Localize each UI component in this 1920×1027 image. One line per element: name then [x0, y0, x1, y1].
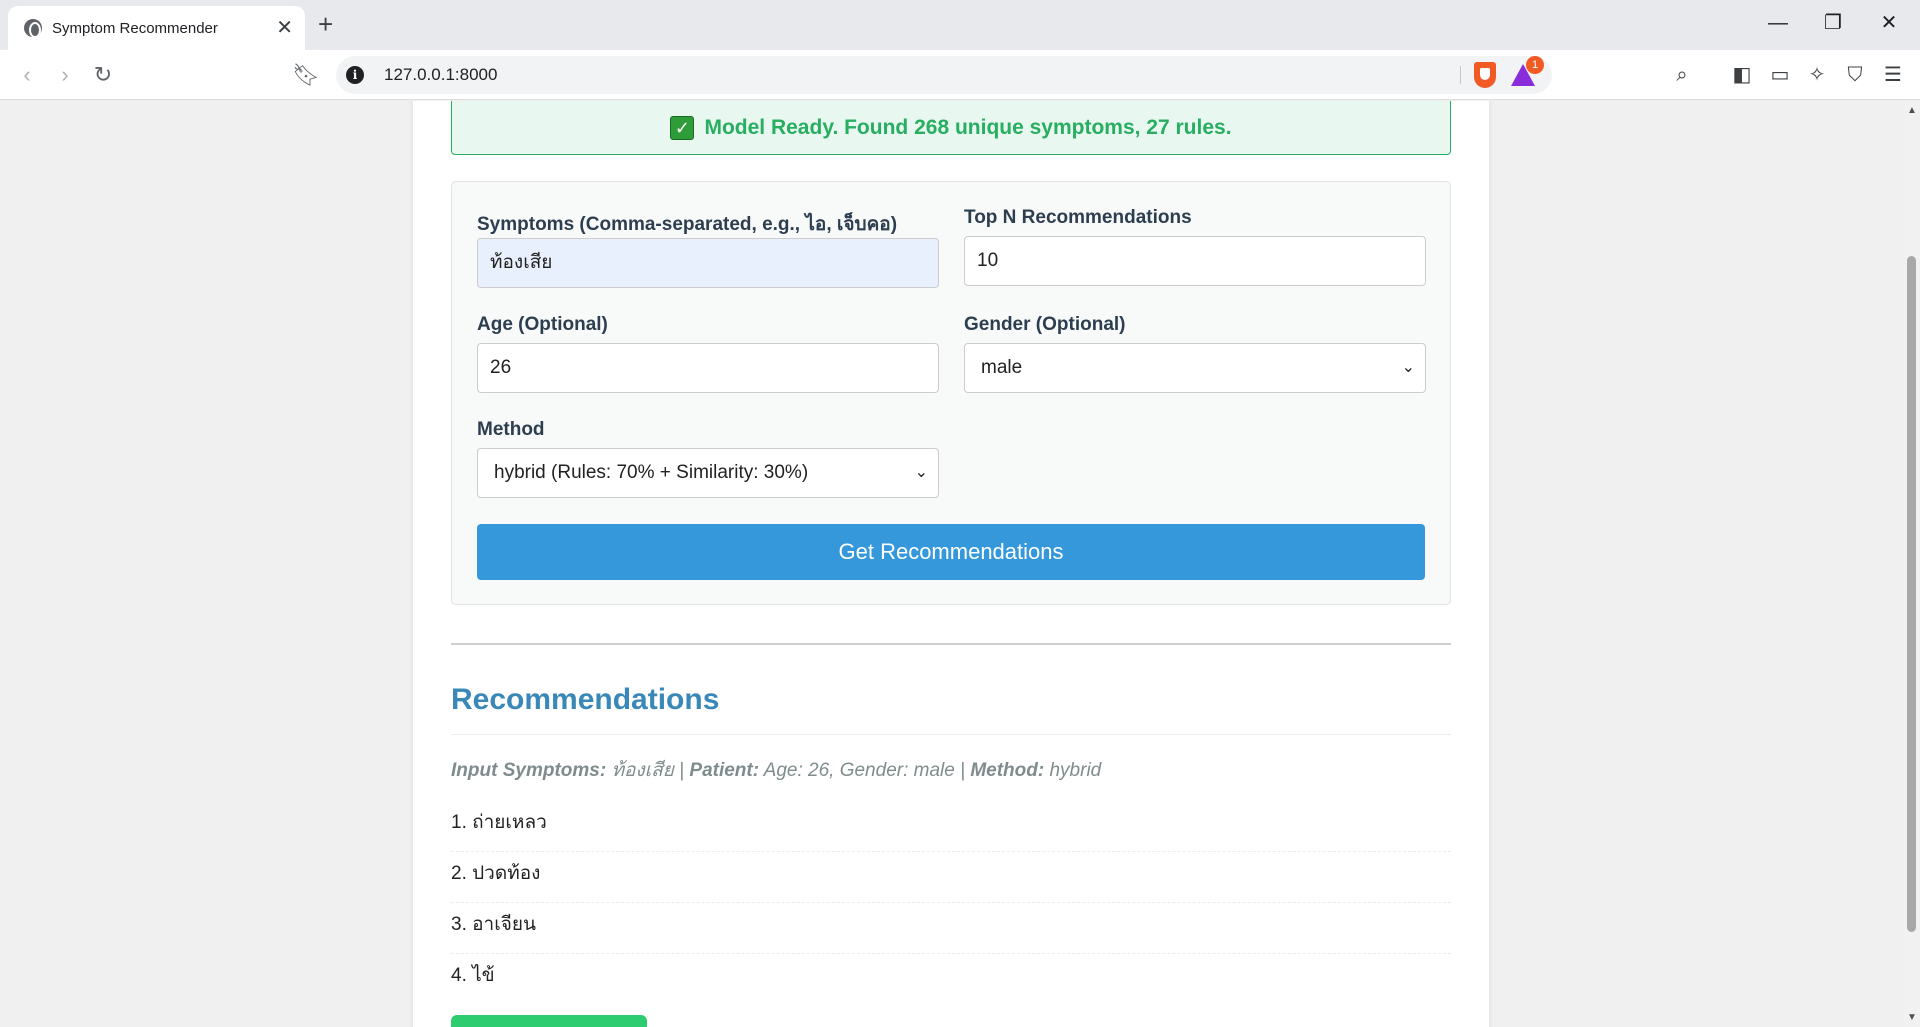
site-info-icon[interactable]: i [346, 66, 364, 84]
page-scrollbar[interactable]: ▲ ▼ [1903, 101, 1920, 1027]
address-bar[interactable]: i 127.0.0.1:8000 1 [336, 56, 1552, 94]
scrollbar-thumb[interactable] [1907, 256, 1916, 932]
rewards-badge: 1 [1526, 56, 1544, 74]
scroll-down-icon[interactable]: ▼ [1907, 1012, 1917, 1023]
status-text: Model Ready. Found 268 unique symptoms, … [704, 116, 1232, 139]
check-icon: ✓ [670, 116, 695, 140]
recommendation-form: Symptoms (Comma-separated, e.g., ไอ, เจ็… [451, 181, 1451, 605]
summary-separator: | [679, 760, 685, 781]
new-tab-button[interactable]: + [318, 10, 333, 38]
reload-icon[interactable]: ↻ [88, 60, 118, 90]
tab-title: Symptom Recommender [52, 19, 218, 37]
minimize-icon[interactable]: — [1763, 8, 1793, 38]
topn-label: Top N Recommendations [964, 207, 1192, 228]
brave-shield-icon[interactable] [1474, 62, 1496, 88]
method-select-value: hybrid (Rules: 70% + Similarity: 30%) [494, 462, 809, 483]
model-status-banner: ✓ Model Ready. Found 268 unique symptoms… [451, 101, 1451, 155]
section-divider [451, 643, 1451, 645]
title-underline [451, 734, 1451, 735]
input-symptoms-label: Input Symptoms: [451, 760, 607, 781]
page-search-icon[interactable]: ⌕ [1667, 60, 1697, 90]
query-summary: Input Symptoms: ท้องเสีย | Patient: Age:… [451, 755, 1101, 785]
restore-icon[interactable]: ❐ [1818, 8, 1848, 38]
recommendation-list: 1. ถ่ายเหลว 2. ปวดท้อง 3. อาเจียน 4. ไข้ [451, 801, 1451, 1005]
gender-select-value: male [981, 357, 1023, 378]
tab-close-icon[interactable]: ✕ [276, 18, 293, 38]
url-text[interactable]: 127.0.0.1:8000 [384, 65, 497, 85]
sidebar-icon[interactable]: ◧ [1727, 60, 1757, 90]
browser-tabstrip: Symptom Recommender ✕ + — ❐ ✕ [0, 0, 1920, 50]
method-summary-label: Method: [970, 760, 1045, 781]
window-close-icon[interactable]: ✕ [1874, 8, 1904, 38]
back-icon[interactable]: ‹ [12, 60, 42, 90]
list-item: 1. ถ่ายเหลว [451, 801, 1451, 852]
recommendations-title: Recommendations [451, 683, 720, 716]
browser-tab[interactable]: Symptom Recommender ✕ [8, 6, 305, 50]
list-item: 3. อาเจียน [451, 903, 1451, 954]
gender-label: Gender (Optional) [964, 314, 1126, 335]
topn-input[interactable]: 10 [964, 236, 1426, 286]
summary-separator: | [960, 760, 966, 781]
get-recommendations-button[interactable]: Get Recommendations [477, 524, 1425, 580]
main-container: ✓ Model Ready. Found 268 unique symptoms… [413, 101, 1489, 1027]
age-label: Age (Optional) [477, 314, 608, 335]
browser-toolbar: ‹ › ↻ 🔖︎ i 127.0.0.1:8000 1 ⌕ ◧ ▭ ✧ ⛉ ☰ [0, 50, 1920, 100]
chevron-down-icon: ⌄ [914, 464, 928, 481]
gender-select[interactable]: male ⌄ [964, 343, 1426, 393]
bookmark-icon[interactable]: 🔖︎ [291, 60, 321, 90]
globe-icon [24, 19, 42, 38]
list-item: 4. ไข้ [451, 965, 495, 986]
page-viewport: ✓ Model Ready. Found 268 unique symptoms… [0, 101, 1903, 1027]
symptoms-input[interactable]: ท้องเสีย [477, 238, 939, 288]
age-input[interactable]: 26 [477, 343, 939, 393]
chevron-down-icon: ⌄ [1401, 359, 1415, 376]
method-select[interactable]: hybrid (Rules: 70% + Similarity: 30%) ⌄ [477, 448, 939, 498]
symptoms-label: Symptoms (Comma-separated, e.g., ไอ, เจ็… [477, 214, 898, 235]
action-button[interactable] [451, 1015, 647, 1027]
list-item: 2. ปวดท้อง [451, 852, 1451, 903]
forward-icon[interactable]: › [50, 60, 80, 90]
input-symptoms-value: ท้องเสีย [611, 760, 674, 781]
patient-value: Age: 26, Gender: male [763, 760, 955, 781]
method-label: Method [477, 419, 545, 440]
vpn-icon[interactable]: ⛉ [1840, 60, 1870, 90]
leo-ai-icon[interactable]: ✧ [1802, 60, 1832, 90]
patient-label: Patient: [689, 760, 760, 781]
wallet-icon[interactable]: ▭ [1765, 60, 1795, 90]
menu-icon[interactable]: ☰ [1878, 60, 1908, 90]
method-summary-value: hybrid [1049, 760, 1102, 781]
scroll-up-icon[interactable]: ▲ [1907, 105, 1917, 116]
omnibox-separator [1460, 66, 1461, 84]
